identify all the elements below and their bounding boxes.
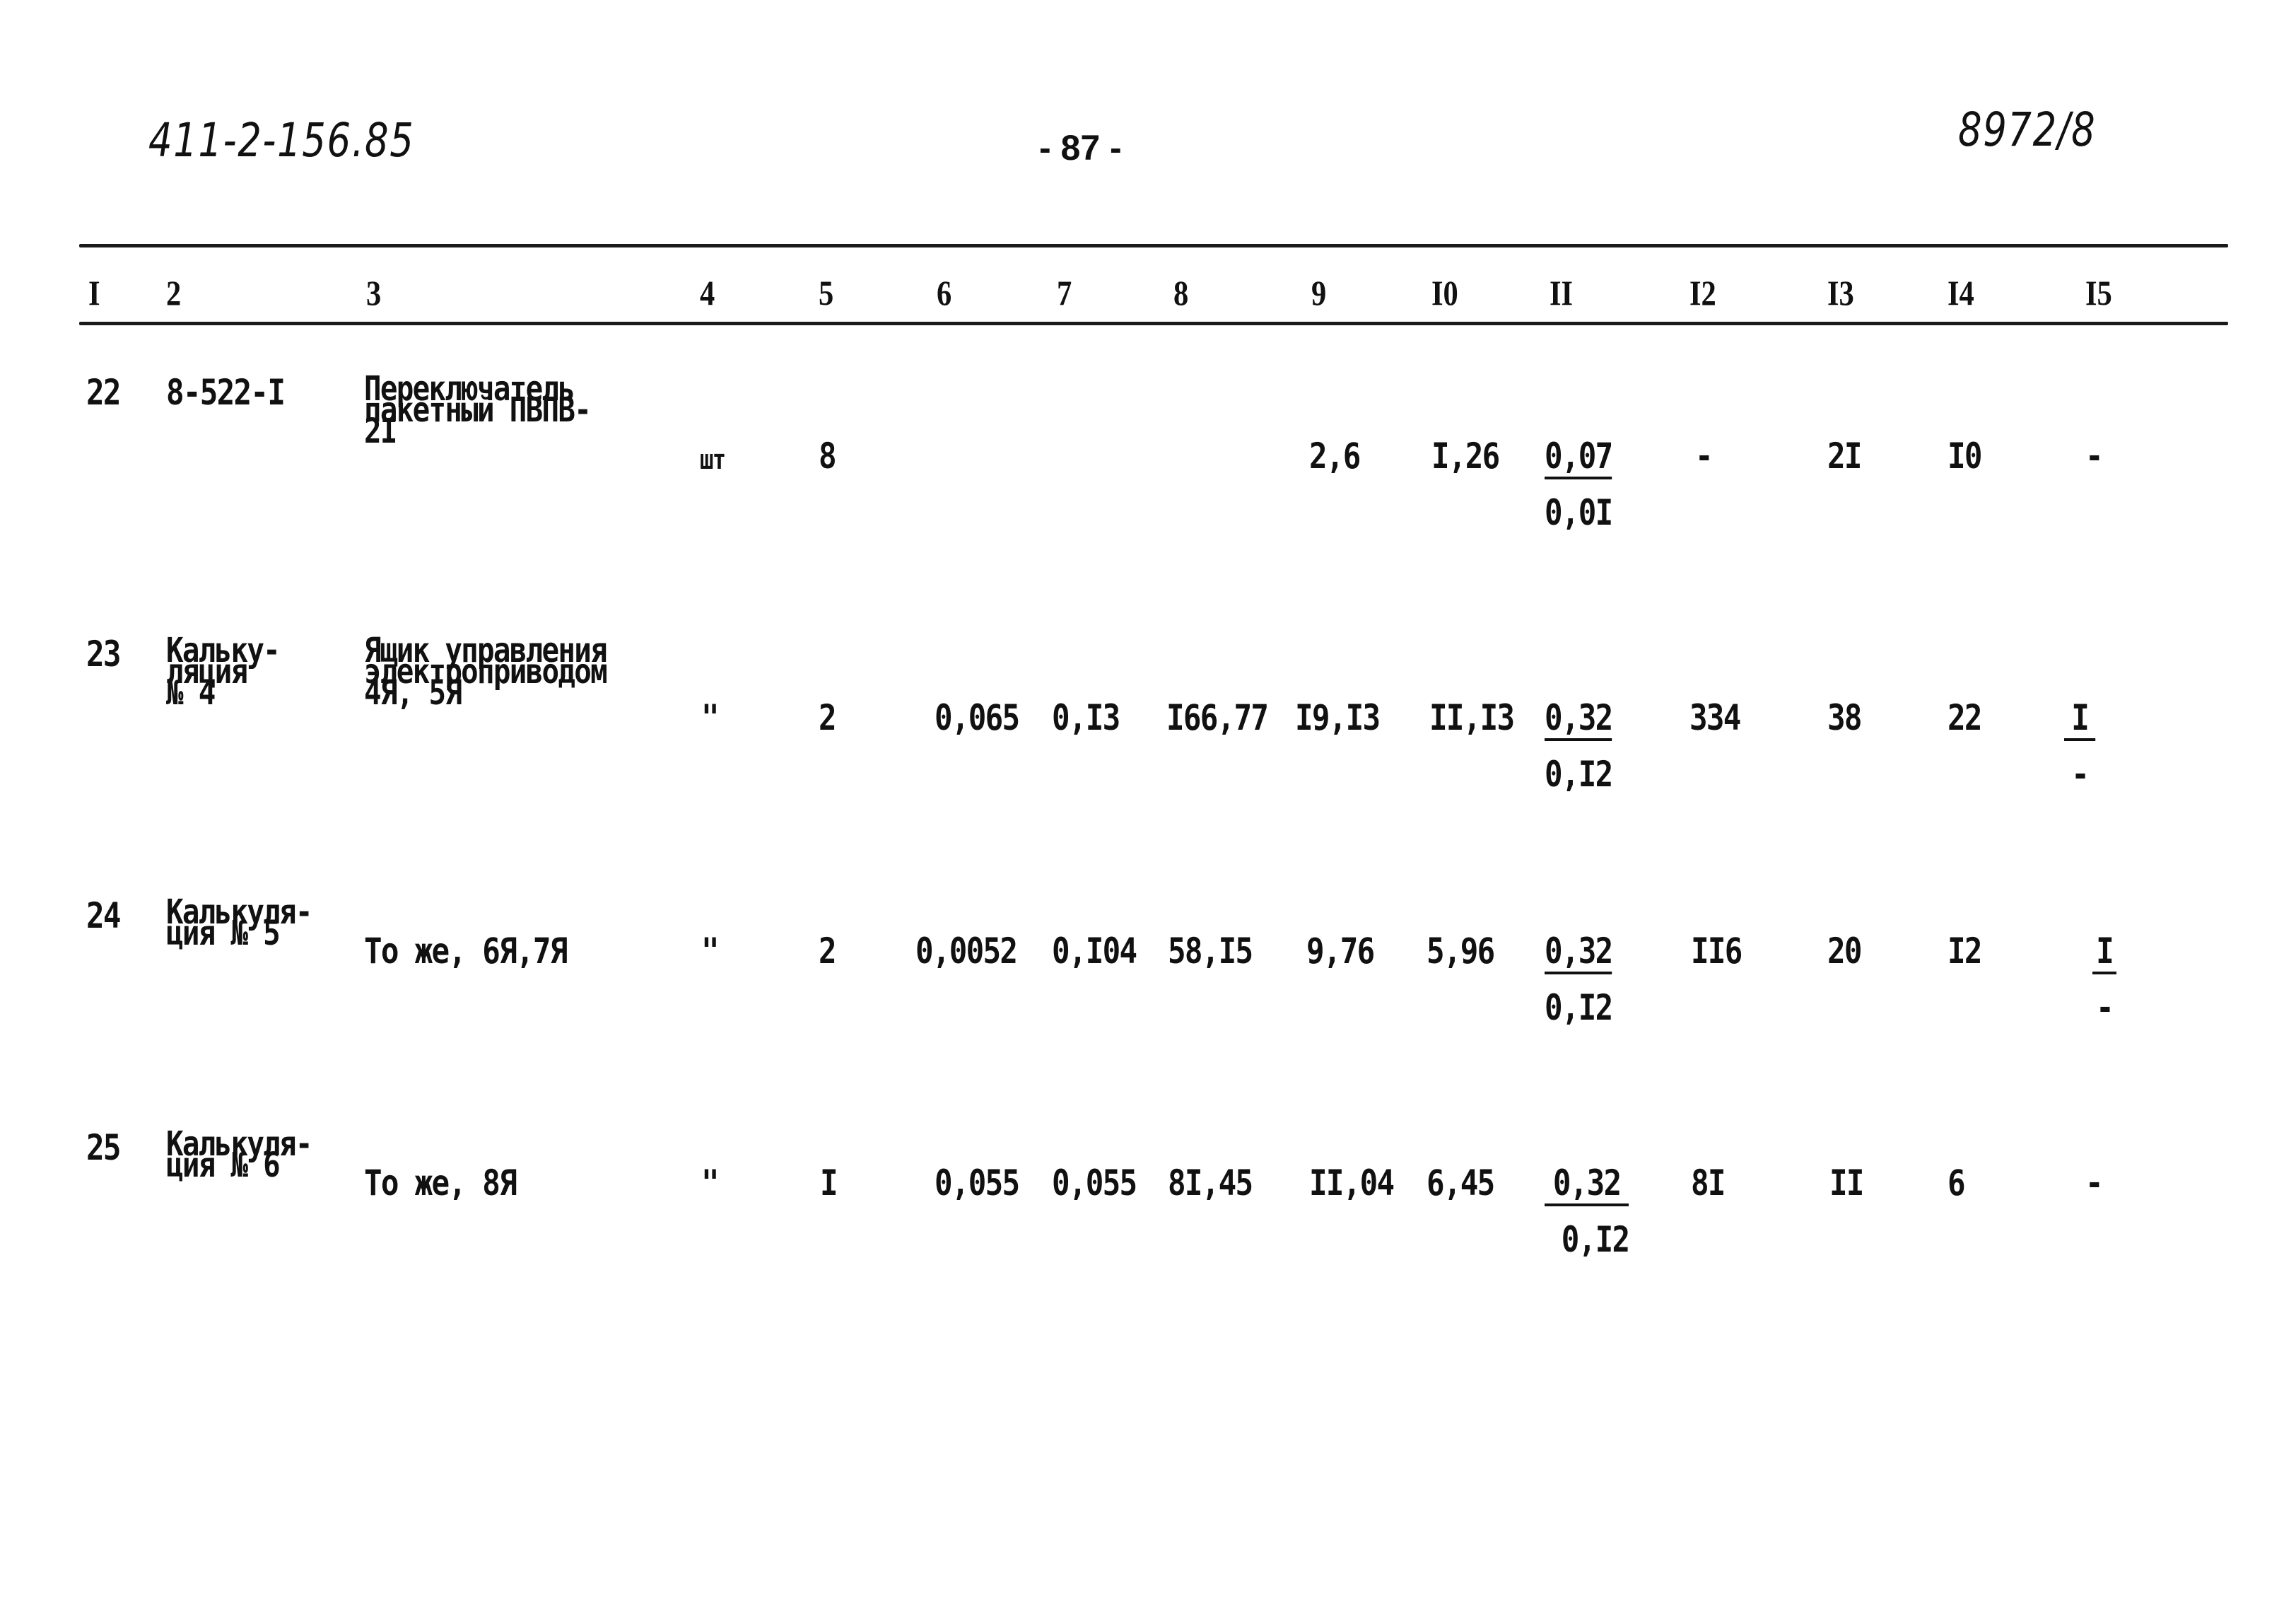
fraction-denominator: 0,0I: [1545, 492, 1613, 533]
column-header: 4: [700, 273, 715, 313]
page-number: - 87 -: [1039, 128, 1122, 168]
col9-value: I9,I3: [1295, 697, 1381, 738]
column-header: I3: [1827, 273, 1854, 313]
col8-value: I66,77: [1166, 697, 1269, 738]
col11-fraction: 0,32 0,I2: [1545, 933, 1613, 1028]
row-number: 23: [86, 634, 121, 675]
item-description: Ящик управления электроприводом 4Я, 5Я: [364, 631, 608, 713]
reference-code: Кальку- ляция № 4: [166, 631, 281, 713]
col12-value: 334: [1689, 697, 1741, 738]
column-header: 9: [1311, 273, 1327, 313]
col6-value: 0,0052: [915, 931, 1018, 972]
quantity: I: [820, 1162, 838, 1203]
reference-code: Калькуля- ция № 6: [166, 1124, 312, 1185]
col15-value: -: [2085, 1162, 2104, 1203]
header-bottom-rule: [79, 322, 2228, 325]
item-description: То же, 6Я,7Я: [364, 931, 568, 972]
col7-value: 0,I04: [1052, 931, 1137, 972]
row-number: 24: [86, 895, 121, 936]
col15-fraction: I -: [2064, 700, 2096, 795]
column-header: 3: [366, 273, 382, 313]
col14-value: I0: [1948, 436, 1982, 477]
col7-value: 0,I3: [1052, 697, 1120, 738]
fraction-numerator: I: [2092, 933, 2117, 974]
fraction-denominator: 0,I2: [1545, 987, 1613, 1028]
unit-ditto: ": [701, 697, 720, 738]
unit: шт: [700, 444, 726, 475]
item-description: Переключатель пакетный ПВПВ- 2I: [364, 369, 592, 451]
column-header: 2: [166, 273, 182, 313]
col13-value: 20: [1827, 931, 1862, 972]
reference-code: Калькуля- ция № 5: [166, 892, 312, 953]
table-top-rule: [79, 244, 2228, 247]
column-header: I: [88, 273, 100, 313]
row-number: 25: [86, 1127, 121, 1168]
fraction-numerator: 0,32: [1545, 700, 1613, 741]
unit-ditto: ": [701, 1162, 720, 1203]
col10-value: 5,96: [1427, 931, 1495, 972]
col14-value: 6: [1948, 1162, 1966, 1203]
item-description: То же, 8Я: [364, 1162, 517, 1203]
column-header: I5: [2085, 273, 2112, 313]
col11-fraction: 0,32 0,I2: [1545, 700, 1613, 795]
col6-value: 0,065: [935, 697, 1020, 738]
col14-value: 22: [1948, 697, 1982, 738]
column-header: 7: [1057, 273, 1072, 313]
col11-fraction: 0,32 0,I2: [1545, 1165, 1630, 1260]
fraction-denominator: 0,I2: [1561, 1219, 1630, 1260]
column-header: I4: [1948, 273, 1974, 313]
col11-fraction: 0,07 0,0I: [1545, 438, 1613, 533]
column-header: I2: [1689, 273, 1716, 313]
col10-value: I,26: [1431, 436, 1500, 477]
row-number: 22: [86, 372, 121, 413]
fraction-denominator: -: [2071, 754, 2090, 795]
col8-value: 8I,45: [1168, 1162, 1253, 1203]
fraction-numerator: 0,32: [1545, 1165, 1629, 1206]
fraction-denominator: 0,I2: [1545, 754, 1613, 795]
sheet-reference: 8972/8: [1958, 103, 2097, 157]
col13-value: 38: [1827, 697, 1862, 738]
col15-value: -: [2085, 436, 2104, 477]
col6-value: 0,055: [935, 1162, 1020, 1203]
unit-ditto: ": [701, 931, 720, 972]
col14-value: I2: [1948, 931, 1982, 972]
fraction-numerator: 0,07: [1545, 438, 1613, 479]
quantity: 8: [819, 436, 837, 477]
quantity: 2: [819, 931, 837, 972]
column-header: 5: [819, 273, 834, 313]
reference-code: 8-522-I: [166, 372, 286, 413]
col15-fraction: I -: [2092, 933, 2117, 1028]
col10-value: 6,45: [1427, 1162, 1495, 1203]
col12-value: -: [1695, 436, 1714, 477]
col10-value: II,I3: [1429, 697, 1515, 738]
column-header: 6: [937, 273, 952, 313]
col9-value: 9,76: [1306, 931, 1375, 972]
column-header: II: [1550, 273, 1574, 313]
col12-value: II6: [1691, 931, 1742, 972]
column-header: I0: [1431, 273, 1458, 313]
col13-value: II: [1829, 1162, 1864, 1203]
col13-value: 2I: [1827, 436, 1862, 477]
column-header: 8: [1173, 273, 1189, 313]
fraction-numerator: I: [2064, 700, 2096, 741]
fraction-denominator: -: [2096, 987, 2114, 1028]
col9-value: II,04: [1309, 1162, 1395, 1203]
col12-value: 8I: [1691, 1162, 1726, 1203]
col9-value: 2,6: [1309, 436, 1361, 477]
fraction-numerator: 0,32: [1545, 933, 1613, 974]
col7-value: 0,055: [1052, 1162, 1137, 1203]
col8-value: 58,I5: [1168, 931, 1253, 972]
quantity: 2: [819, 697, 837, 738]
document-code: 411-2-156.85: [148, 113, 415, 168]
